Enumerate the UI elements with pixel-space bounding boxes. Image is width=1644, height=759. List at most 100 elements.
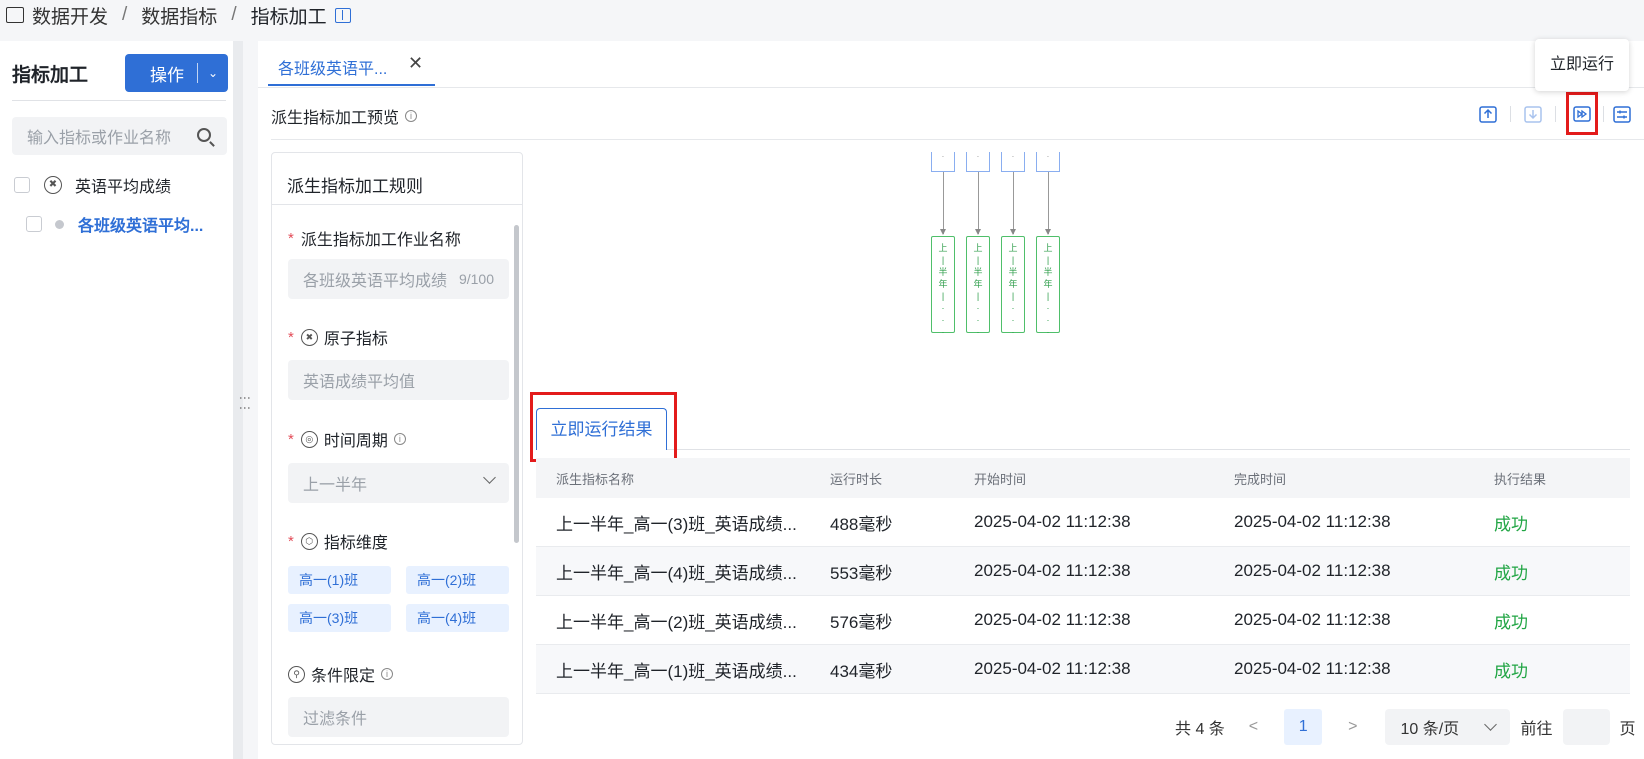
dimension-chip[interactable]: 高一(4)班	[406, 604, 509, 632]
condition-placeholder: 过滤条件	[303, 711, 368, 728]
page-suffix: 页	[1619, 721, 1636, 738]
cell-end-time: 2025-04-02 11:12:38	[1234, 561, 1391, 580]
breadcrumb-item-data-metrics[interactable]: 数据指标	[141, 2, 217, 29]
graph-top-node[interactable]: ·	[966, 152, 990, 172]
info-icon[interactable]: i	[393, 433, 406, 445]
job-name-label-text: 派生指标加工作业名称	[300, 232, 461, 249]
condition-input[interactable]: 过滤条件	[288, 697, 509, 737]
column-header: 完成时间	[1234, 471, 1287, 487]
section-title-text: 派生指标加工预览	[271, 110, 400, 127]
cell-duration: 553毫秒	[830, 563, 893, 583]
graph-edge	[943, 172, 944, 234]
cell-metric-name: 上一半年_高一(1)班_英语成绩...	[556, 661, 797, 681]
cell-result: 成功	[1494, 612, 1528, 632]
graph-derived-node[interactable]: 上 | 半 年 | · · ·	[1036, 236, 1060, 337]
breadcrumb: 数据开发 / 数据指标 / 指标加工	[6, 2, 351, 29]
atomic-label-text: 原子指标	[323, 331, 388, 348]
cell-start-time: 2025-04-02 11:12:38	[974, 610, 1131, 629]
section-title: 派生指标加工预览 i	[271, 104, 418, 128]
graph-arrow	[1045, 229, 1051, 235]
chevron-down-icon[interactable]: ⌄	[198, 66, 228, 80]
highlight-box	[1566, 92, 1598, 135]
table-row[interactable]: 上一半年_高一(3)班_英语成绩... 488毫秒 2025-04-02 11:…	[536, 498, 1630, 547]
scrollbar[interactable]	[514, 225, 519, 543]
code-icon	[6, 7, 24, 23]
column-header: 开始时间	[974, 471, 1027, 487]
search-input[interactable]: 输入指标或作业名称	[12, 117, 227, 155]
next-page-icon[interactable]: >	[1348, 718, 1357, 736]
table-row[interactable]: 上一半年_高一(1)班_英语成绩... 434毫秒 2025-04-02 11:…	[536, 645, 1630, 694]
breadcrumb-item-data-dev[interactable]: 数据开发	[32, 2, 108, 29]
job-name-label: * 派生指标加工作业名称	[288, 226, 461, 250]
info-icon[interactable]: i	[405, 110, 418, 122]
cell-result: 成功	[1494, 661, 1528, 681]
checkbox[interactable]	[26, 216, 42, 232]
period-value: 上一半年	[303, 477, 368, 494]
column-header: 运行时长	[830, 471, 883, 487]
results-table: 派生指标名称 运行时长 开始时间 完成时间 执行结果 上一半年_高一(3)班_英…	[536, 458, 1630, 694]
status-dot	[55, 219, 64, 229]
goto-page-input[interactable]	[1562, 709, 1610, 745]
atomic-value: 英语成绩平均值	[303, 374, 416, 391]
atomic-field[interactable]: 英语成绩平均值	[288, 360, 509, 400]
table-row[interactable]: 上一半年_高一(2)班_英语成绩... 576毫秒 2025-04-02 11:…	[536, 596, 1630, 645]
tree-item-label: 英语平均成绩	[75, 179, 172, 196]
char-count: 9/100	[458, 271, 494, 287]
table-row[interactable]: 上一半年_高一(4)班_英语成绩... 553毫秒 2025-04-02 11:…	[536, 547, 1630, 596]
search-placeholder: 输入指标或作业名称	[27, 130, 172, 147]
search-icon[interactable]	[197, 128, 211, 142]
graph-top-node[interactable]: ·	[1036, 152, 1060, 172]
chevron-down-icon	[1484, 718, 1498, 731]
book-icon[interactable]	[334, 7, 351, 23]
graph-derived-node[interactable]: 上 | 半 年 | · · ·	[1001, 236, 1025, 337]
graph-derived-node[interactable]: 上 | 半 年 | · · ·	[931, 236, 955, 337]
column-header: 执行结果	[1494, 471, 1547, 487]
dimension-chip[interactable]: 高一(2)班	[406, 566, 509, 594]
required-mark: *	[288, 430, 294, 448]
active-tab-indicator	[268, 84, 435, 86]
drag-handle-icon[interactable]: ⋮⋮	[238, 392, 252, 412]
settings-icon[interactable]	[1611, 103, 1633, 125]
job-name-value: 各班级英语平均成绩	[303, 273, 448, 290]
atom-icon: ✖	[44, 176, 62, 194]
cell-result: 成功	[1494, 514, 1528, 534]
sidebar-title: 指标加工	[12, 65, 89, 86]
dimension-chip[interactable]: 高一(3)班	[288, 604, 391, 632]
toolbar-divider	[1555, 106, 1556, 122]
divider	[271, 139, 1644, 140]
breadcrumb-separator: /	[122, 4, 128, 25]
prev-page-icon[interactable]: <	[1249, 718, 1258, 736]
download-icon[interactable]	[1522, 103, 1544, 125]
chevron-down-icon	[483, 471, 496, 484]
table-header: 派生指标名称 运行时长 开始时间 完成时间 执行结果	[536, 458, 1630, 498]
graph-top-node[interactable]: ·	[1001, 152, 1025, 172]
tree-item-class-english-avg[interactable]: 各班级英语平均...	[26, 212, 203, 236]
period-select[interactable]: 上一半年	[288, 463, 509, 503]
page-size-select[interactable]: 10 条/页	[1385, 709, 1511, 745]
graph-edge	[978, 172, 979, 234]
tab-job[interactable]: 各班级英语平...	[278, 55, 387, 79]
checkbox[interactable]	[14, 177, 30, 193]
graph-top-node[interactable]: ·	[931, 152, 955, 172]
info-icon[interactable]: i	[381, 668, 394, 680]
page-number[interactable]: 1	[1284, 709, 1323, 745]
required-mark: *	[288, 532, 294, 550]
column-header: 派生指标名称	[556, 471, 635, 487]
cell-metric-name: 上一半年_高一(3)班_英语成绩...	[556, 514, 797, 534]
close-icon[interactable]: ✕	[408, 53, 423, 74]
graph-derived-node[interactable]: 上 | 半 年 | · · ·	[966, 236, 990, 337]
cell-end-time: 2025-04-02 11:12:38	[1234, 610, 1391, 629]
cell-start-time: 2025-04-02 11:12:38	[974, 512, 1131, 531]
tooltip: 立即运行	[1535, 39, 1629, 91]
dimension-icon: ⬡	[300, 532, 318, 550]
graph-edge	[1013, 172, 1014, 234]
cell-duration: 488毫秒	[830, 514, 893, 534]
dimension-label-text: 指标维度	[323, 535, 388, 552]
job-name-field[interactable]: 各班级英语平均成绩 9/100	[288, 259, 509, 299]
rules-panel: 派生指标加工规则 * 派生指标加工作业名称 各班级英语平均成绩 9/100 * …	[271, 152, 523, 745]
atomic-label: * ✖ 原子指标	[288, 325, 388, 349]
tree-item-english-avg[interactable]: ✖ 英语平均成绩	[14, 173, 171, 197]
upload-icon[interactable]	[1477, 103, 1499, 125]
operate-button[interactable]: 操作 ⌄	[125, 54, 228, 92]
dimension-chip[interactable]: 高一(1)班	[288, 566, 391, 594]
